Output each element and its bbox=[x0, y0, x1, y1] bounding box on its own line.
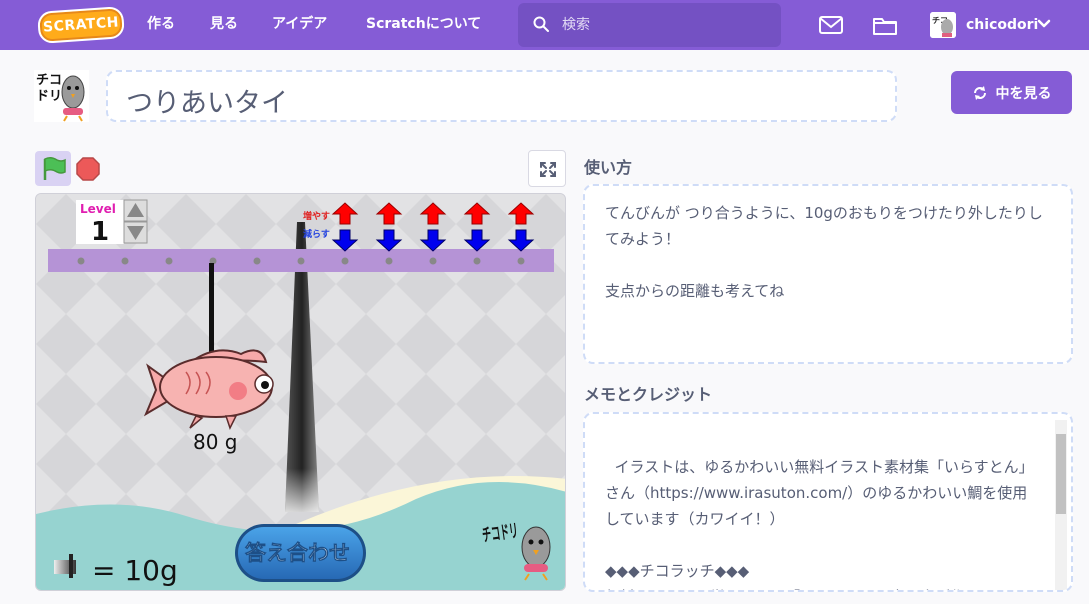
username[interactable]: chicodori bbox=[966, 0, 1038, 50]
nav-ideas[interactable]: アイデア bbox=[272, 0, 327, 50]
fullscreen-button[interactable] bbox=[528, 150, 566, 187]
chevron-down-icon[interactable] bbox=[1037, 17, 1051, 31]
my-stuff-folder-icon[interactable] bbox=[872, 12, 898, 38]
notes-scrollbar[interactable] bbox=[1055, 420, 1067, 590]
nav-explore[interactable]: 見る bbox=[210, 0, 238, 50]
level-indicator: Level 1 bbox=[76, 200, 124, 247]
decrease-label: 減らす bbox=[303, 228, 330, 240]
increase-label: 増やす bbox=[303, 210, 330, 222]
level-label: Level bbox=[80, 202, 116, 216]
top-nav: SCRATCH 作る 見る アイデア Scratchについて チコ chicod… bbox=[0, 0, 1089, 50]
fish-weight-label: 80 g bbox=[193, 430, 238, 454]
svg-text:ドリ: ドリ bbox=[36, 89, 62, 104]
svg-text:チコ: チコ bbox=[36, 73, 62, 88]
green-flag-icon bbox=[43, 156, 66, 180]
instructions-text[interactable]: てんびんが つり合うように、10gのおもりをつけたり外したりしてみよう！ 支点か… bbox=[583, 184, 1073, 364]
level-down-button[interactable] bbox=[123, 221, 148, 244]
notes-credits-content: イラストは、ゆるかわいい無料イラスト素材集「いらすとん」さん（https://w… bbox=[605, 458, 1034, 590]
project-title: つりあいタイ bbox=[126, 88, 288, 119]
search-box[interactable] bbox=[518, 3, 781, 47]
remix-arrows-icon bbox=[973, 85, 986, 100]
instructions-title: 使い方 bbox=[584, 158, 633, 177]
weight-legend: = 10g bbox=[92, 554, 178, 587]
answer-check-button[interactable]: 答え合わせ bbox=[235, 524, 366, 582]
green-flag-button[interactable] bbox=[35, 151, 71, 186]
notes-credits-text[interactable]: イラストは、ゆるかわいい無料イラスト素材集「いらすとん」さん（https://w… bbox=[583, 412, 1073, 592]
see-inside-button[interactable]: 中を見る bbox=[951, 71, 1072, 114]
level-value: 1 bbox=[91, 217, 109, 247]
fullscreen-icon bbox=[540, 162, 556, 177]
search-input[interactable] bbox=[562, 13, 762, 37]
fish-string bbox=[209, 263, 214, 355]
level-up-button[interactable] bbox=[123, 199, 148, 222]
user-avatar[interactable]: チコ bbox=[930, 12, 956, 38]
notes-title: メモとクレジット bbox=[584, 385, 713, 404]
messages-icon[interactable] bbox=[818, 12, 844, 38]
answer-button-label: 答え合わせ bbox=[245, 541, 350, 565]
nav-create[interactable]: 作る bbox=[147, 0, 175, 50]
project-stage[interactable]: 80 g Level 1 増やす 減らす 答え合わせ = 10g bbox=[35, 193, 566, 591]
notes-scrollbar-thumb[interactable] bbox=[1056, 434, 1066, 514]
see-inside-label: 中を見る bbox=[995, 85, 1052, 102]
project-title-field[interactable]: つりあいタイ bbox=[106, 70, 897, 122]
search-icon bbox=[533, 16, 549, 32]
stop-sign-icon[interactable] bbox=[76, 157, 100, 181]
scratch-logo[interactable]: SCRATCH bbox=[36, 6, 126, 44]
project-author-avatar[interactable]: チコ ドリ bbox=[34, 70, 89, 122]
nav-about[interactable]: Scratchについて bbox=[366, 0, 481, 50]
